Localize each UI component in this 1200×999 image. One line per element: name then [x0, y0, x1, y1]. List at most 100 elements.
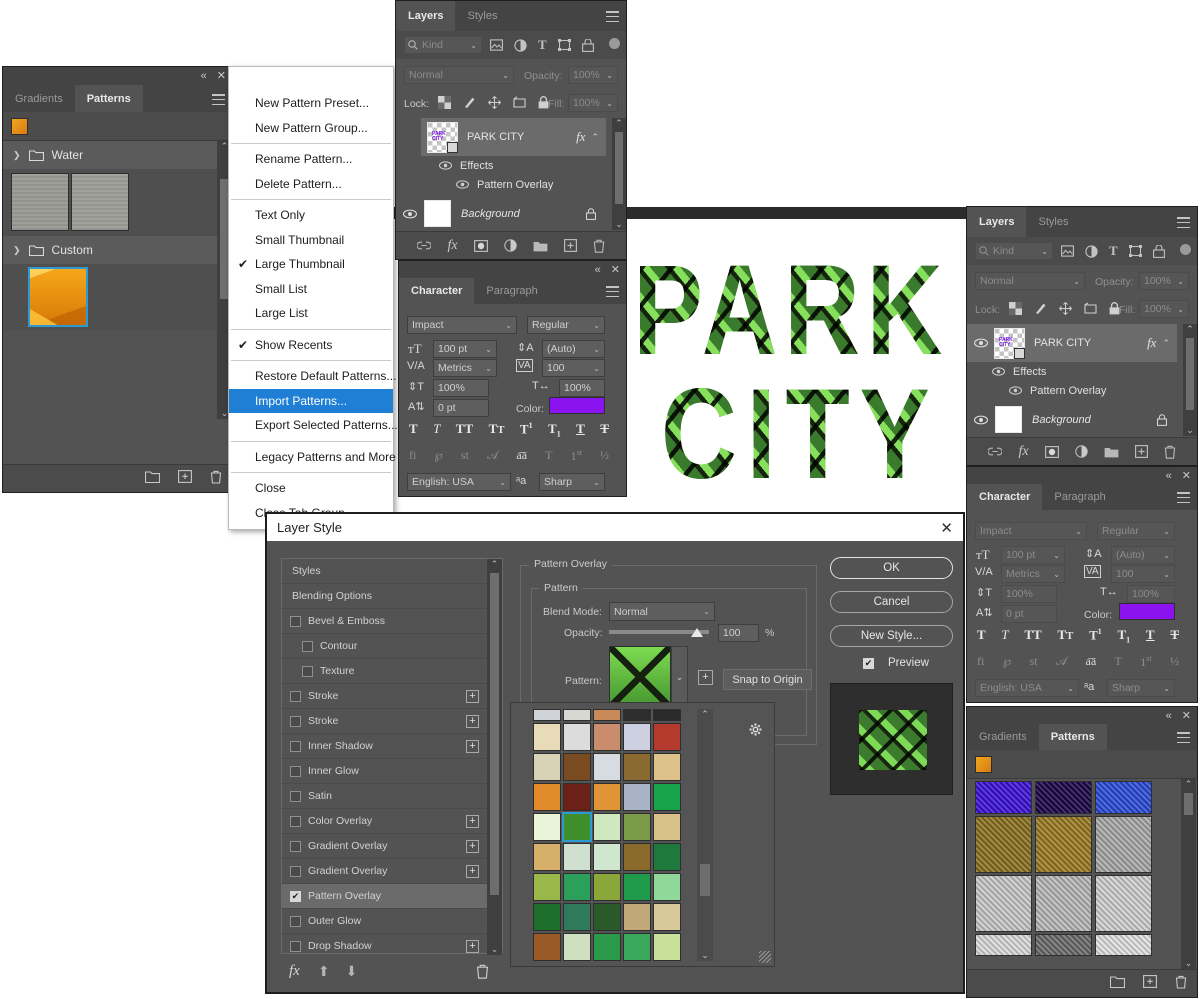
adjustment-icon[interactable] — [514, 39, 527, 52]
style-checkbox[interactable] — [290, 841, 301, 852]
layer-row-background[interactable]: Background — [967, 403, 1177, 436]
layer-expand-icon[interactable]: ⌃ — [1162, 338, 1170, 349]
underline-button[interactable]: T — [576, 421, 585, 439]
link-icon[interactable] — [988, 447, 1002, 456]
pattern-swatch[interactable] — [975, 875, 1032, 932]
menu-item[interactable]: New Pattern Preset... — [229, 91, 393, 116]
style-checkbox[interactable] — [290, 716, 301, 727]
preview-checkbox-row[interactable]: ✔ Preview — [863, 657, 929, 669]
pattern-swatch[interactable] — [593, 873, 621, 901]
pattern-swatch[interactable] — [623, 753, 651, 781]
fractions-button[interactable]: ½ — [600, 448, 609, 464]
panel-menu-icon[interactable] — [1177, 492, 1190, 503]
menu-item[interactable]: Large List — [229, 301, 393, 326]
tab-layers[interactable]: Layers — [396, 1, 455, 31]
style-list-item[interactable]: ✔Pattern Overlay — [282, 884, 487, 909]
horizontal-scale-field[interactable]: 100% — [1127, 585, 1175, 603]
lock-position-icon[interactable] — [1059, 302, 1072, 315]
underline-button[interactable]: T — [1146, 627, 1155, 645]
pattern-preview-swatch[interactable] — [609, 646, 671, 708]
eye-icon[interactable] — [1009, 386, 1022, 395]
pattern-swatch[interactable] — [563, 783, 591, 811]
menu-item[interactable]: Import Patterns... — [229, 389, 393, 414]
vertical-scale-field[interactable]: 100% — [1001, 585, 1057, 603]
pattern-swatch[interactable] — [563, 933, 591, 961]
antialias-select[interactable]: Sharp⌄ — [1107, 679, 1175, 697]
style-checkbox[interactable] — [290, 941, 301, 952]
mask-icon[interactable] — [474, 240, 488, 252]
stylistic-alternates-button[interactable]: a͞a — [1086, 654, 1097, 670]
style-checkbox[interactable] — [290, 916, 301, 927]
pattern-swatch[interactable] — [593, 783, 621, 811]
leading-field[interactable]: (Auto)⌄ — [1111, 546, 1175, 564]
subscript-button[interactable]: T1 — [1118, 627, 1131, 645]
pattern-swatch[interactable] — [533, 933, 561, 961]
ordinals-button[interactable]: 1st — [1140, 654, 1151, 670]
opacity-slider-thumb[interactable] — [691, 628, 703, 637]
faux-bold-button[interactable]: T — [977, 627, 986, 645]
layers-scrollbar[interactable]: ⌃ ⌄ — [612, 118, 626, 230]
style-checkbox[interactable] — [290, 866, 301, 877]
panel-menu-icon[interactable] — [606, 11, 619, 22]
image-icon[interactable] — [490, 39, 503, 51]
adjustment-icon[interactable] — [1085, 245, 1098, 258]
fill-field[interactable]: 100% ⌄ — [568, 94, 618, 112]
type-icon[interactable]: T — [538, 39, 547, 52]
recent-swatch[interactable] — [975, 756, 992, 773]
add-effect-icon[interactable]: + — [466, 815, 479, 828]
layer-row-pattern-overlay[interactable]: Pattern Overlay — [421, 175, 606, 194]
faux-bold-button[interactable]: T — [409, 421, 418, 439]
baseline-shift-field[interactable]: 0 pt — [433, 399, 489, 417]
style-list-item[interactable]: Color Overlay+ — [282, 809, 487, 834]
collapse-icon[interactable]: « — [201, 70, 207, 82]
style-checkbox[interactable] — [290, 791, 301, 802]
menu-item[interactable]: Small List — [229, 277, 393, 302]
tab-layers[interactable]: Layers — [967, 207, 1026, 237]
pattern-swatch[interactable] — [593, 753, 621, 781]
menu-item[interactable]: Small Thumbnail — [229, 228, 393, 253]
filter-toggle[interactable] — [1180, 244, 1191, 255]
color-swatch[interactable] — [1119, 603, 1175, 620]
language-select[interactable]: English: USA⌄ — [407, 473, 511, 491]
pattern-swatch[interactable] — [563, 873, 591, 901]
tracking-field[interactable]: 100⌄ — [1111, 565, 1175, 583]
pattern-swatch[interactable] — [623, 843, 651, 871]
collapse-icon[interactable]: « — [595, 264, 601, 276]
style-list-item[interactable]: Bevel & Emboss — [282, 609, 487, 634]
pattern-swatch[interactable] — [653, 933, 681, 961]
close-icon[interactable]: ✕ — [611, 263, 620, 276]
close-icon[interactable]: ✕ — [217, 69, 226, 82]
lock-artboard-icon[interactable] — [513, 96, 526, 109]
discretionary-ligatures-button[interactable]: ℘ — [434, 448, 442, 464]
menu-item[interactable]: New Pattern Group... — [229, 116, 393, 141]
panel-menu-icon[interactable] — [606, 286, 619, 297]
eye-icon[interactable] — [974, 415, 988, 425]
faux-italic-button[interactable]: T — [1001, 627, 1008, 645]
move-down-icon[interactable]: ⬇ — [346, 963, 358, 980]
eye-icon[interactable] — [456, 180, 469, 189]
menu-item[interactable]: ✔Show Recents — [229, 333, 393, 358]
panel-menu-icon[interactable] — [212, 94, 225, 105]
scrollbar-thumb[interactable] — [1184, 793, 1193, 815]
contextual-alternates-button[interactable]: st — [461, 448, 469, 464]
language-select[interactable]: English: USA⌄ — [975, 679, 1079, 697]
style-checkbox[interactable] — [290, 741, 301, 752]
font-style-select[interactable]: Regular⌄ — [1097, 522, 1175, 540]
lock-artboard-icon[interactable] — [1084, 302, 1097, 315]
style-checkbox[interactable] — [290, 766, 301, 777]
add-effect-icon[interactable]: + — [466, 865, 479, 878]
gear-icon[interactable] — [749, 723, 762, 736]
strikethrough-button[interactable]: T — [600, 421, 609, 439]
pattern-swatch[interactable] — [623, 709, 651, 721]
group-icon[interactable] — [1104, 446, 1119, 458]
kerning-field[interactable]: Metrics⌄ — [1001, 565, 1065, 583]
tab-styles[interactable]: Styles — [1026, 207, 1080, 237]
pattern-swatch[interactable] — [563, 903, 591, 931]
pattern-swatch[interactable] — [533, 723, 561, 751]
pattern-swatch[interactable] — [653, 723, 681, 751]
adjustment-icon[interactable] — [504, 239, 517, 252]
menu-item[interactable]: ✔Large Thumbnail — [229, 252, 393, 277]
cancel-button[interactable]: Cancel — [830, 591, 953, 613]
font-style-select[interactable]: Regular⌄ — [527, 316, 605, 334]
fx-icon[interactable]: fx — [1018, 444, 1028, 460]
